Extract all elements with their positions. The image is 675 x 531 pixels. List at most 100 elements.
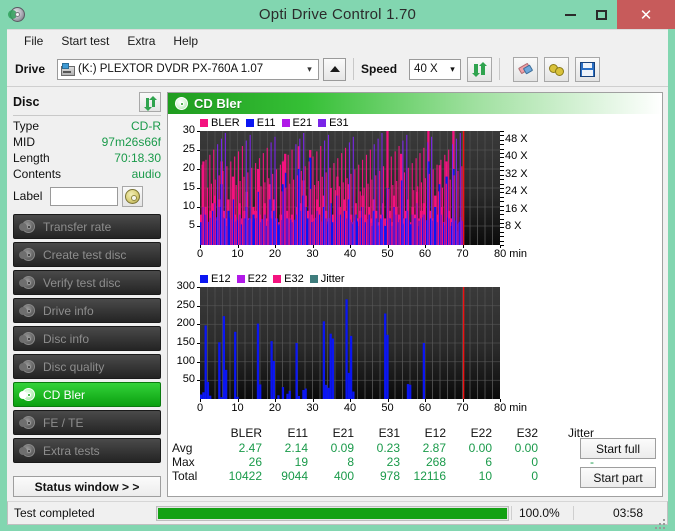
refresh-button[interactable] — [467, 56, 493, 82]
legend-item-e32: E32 — [273, 273, 304, 285]
y-tick-label: 10 — [182, 200, 195, 212]
disc-divider — [13, 115, 161, 116]
sidebar-item-label: Create test disc — [43, 247, 127, 262]
y-tick-label: 30 — [182, 124, 195, 136]
disc-label-input[interactable] — [50, 186, 119, 206]
table-cell: 10 — [478, 469, 492, 483]
table-cell: 0 — [531, 455, 538, 469]
sidebar-item-disc-info[interactable]: Disc info — [13, 326, 161, 351]
y-tick-mark — [197, 361, 200, 363]
sidebar-item-create-test-disc[interactable]: Create test disc — [13, 242, 161, 267]
e12-chart[interactable]: E12 E22 E32 Jitter 50 100 150 200 250 300 0 10 20 30 4… — [168, 269, 662, 421]
main-body: Disc Type CD-R MID 97m26s66f Length 70:1… — [7, 87, 668, 501]
drive-select[interactable]: (K:) PLEXTOR DVDR PX-760A 1.07 ▾ — [57, 58, 320, 80]
right-tick-mark — [500, 196, 504, 198]
table-cell: 0.00 — [514, 441, 538, 455]
disc-refresh-button[interactable] — [139, 92, 161, 112]
right-tick-mark — [500, 170, 504, 172]
legend-swatch-icon — [281, 119, 290, 127]
table-cell: 6 — [485, 455, 492, 469]
menu-item-file[interactable]: File — [15, 31, 52, 52]
sidebar-item-disc-quality[interactable]: Disc quality — [13, 354, 161, 379]
y-tick-mark — [197, 150, 200, 151]
legend-swatch-icon — [318, 119, 327, 127]
save-icon — [580, 61, 596, 77]
sidebar-item-verify-test-disc[interactable]: Verify test disc — [13, 270, 161, 295]
plot-area[interactable] — [200, 287, 500, 399]
legend-item-e12: E12 — [200, 273, 231, 285]
disc-icon — [19, 275, 36, 291]
disc-row-contents: Contents audio — [13, 166, 161, 182]
speed-select-value: 40 X — [414, 63, 438, 75]
y-tick-label: 20 — [182, 162, 195, 174]
erase-button[interactable] — [513, 56, 539, 82]
x-tick-label: 30 — [306, 248, 319, 260]
disc-icon — [19, 303, 36, 319]
row-label: Total — [172, 469, 198, 483]
table-cell: 9044 — [281, 469, 308, 483]
menu-item-start-test[interactable]: Start test — [52, 31, 118, 52]
speed-label: Speed — [361, 62, 398, 76]
menu-item-extra[interactable]: Extra — [118, 31, 164, 52]
sidebar-item-transfer-rate[interactable]: Transfer rate — [13, 214, 161, 239]
sidebar-item-extra-tests[interactable]: Extra tests — [13, 438, 161, 463]
disc-contents-value: audio — [131, 167, 161, 181]
x-tick-label: 70 — [456, 248, 469, 260]
progress-fill — [158, 507, 507, 519]
right-tick-mark — [500, 236, 504, 238]
sidebar-item-label: Disc info — [43, 331, 90, 346]
right-tick-mark — [500, 214, 504, 216]
x-tick-label: 20 — [268, 402, 282, 414]
right-tick-mark — [500, 231, 504, 233]
column-header-e32: E32 — [516, 426, 538, 440]
start-full-button[interactable]: Start full — [580, 438, 656, 459]
y-tick-mark — [197, 380, 200, 382]
sidebar-item-cd-bler[interactable]: CD Bler — [13, 382, 161, 407]
x-tick-label: 50 — [381, 402, 394, 414]
bler-chart[interactable]: BLER E11 E21 E31 5 10 15 20 25 30 0 10 20 30 40 50 60 70 8… — [168, 114, 662, 269]
disc-icon — [19, 443, 36, 459]
right-tick-mark — [500, 245, 504, 246]
speed-select[interactable]: 40 X ▾ — [409, 58, 462, 80]
sidebar-item-label: Drive info — [43, 303, 94, 318]
x-tick-label: 40 — [343, 248, 357, 260]
y-tick-mark — [197, 188, 200, 189]
stats-table-element: BLER E11 E21 E31 E12 E22 E32 Jitter Avg 2.47 2.14 0… — [172, 426, 594, 483]
read-disc-label-button[interactable] — [122, 185, 144, 207]
save-button[interactable] — [575, 56, 601, 82]
eject-button[interactable] — [323, 57, 347, 81]
x-tick-label: 80 min — [494, 402, 528, 414]
start-part-button[interactable]: Start part — [580, 467, 656, 488]
settings-button[interactable] — [544, 56, 570, 82]
x-tick-mark — [500, 399, 501, 402]
right-tick-mark — [500, 205, 504, 207]
table-cell: 0.09 — [330, 441, 354, 455]
sidebar-item-fe-te[interactable]: FE / TE — [13, 410, 161, 435]
legend-item-bler: BLER — [200, 117, 240, 129]
disc-icon — [19, 387, 36, 403]
right-tick-label: 24 X — [505, 185, 528, 198]
plot-area[interactable] — [200, 131, 500, 245]
right-tick-mark — [500, 218, 504, 220]
legend-item-e22: E22 — [236, 273, 267, 285]
status-window-button[interactable]: Status window > > — [13, 476, 161, 497]
legend-swatch-icon — [309, 275, 318, 283]
disc-row-type: Type CD-R — [13, 118, 161, 134]
right-tick-mark — [500, 144, 504, 146]
sidebar-item-label: Transfer rate — [43, 219, 112, 234]
chevron-down-icon: ▾ — [450, 63, 455, 74]
sidebar-item-drive-info[interactable]: Drive info — [13, 298, 161, 323]
x-tick-mark — [462, 399, 464, 402]
sidebar-item-label: FE / TE — [43, 415, 84, 430]
table-cell: 978 — [379, 469, 400, 483]
legend-item-e21: E21 — [281, 117, 312, 129]
sidebar-item-label: Extra tests — [43, 443, 100, 458]
disc-type-value: CD-R — [131, 119, 161, 133]
menu-item-help[interactable]: Help — [164, 31, 207, 52]
drive-label: Drive — [15, 62, 46, 76]
legend-swatch-icon — [273, 275, 282, 283]
column-header-e12: E12 — [424, 426, 446, 440]
legend-swatch-icon — [200, 119, 208, 127]
column-header-e21: E21 — [332, 426, 354, 440]
column-header-e22: E22 — [470, 426, 492, 440]
